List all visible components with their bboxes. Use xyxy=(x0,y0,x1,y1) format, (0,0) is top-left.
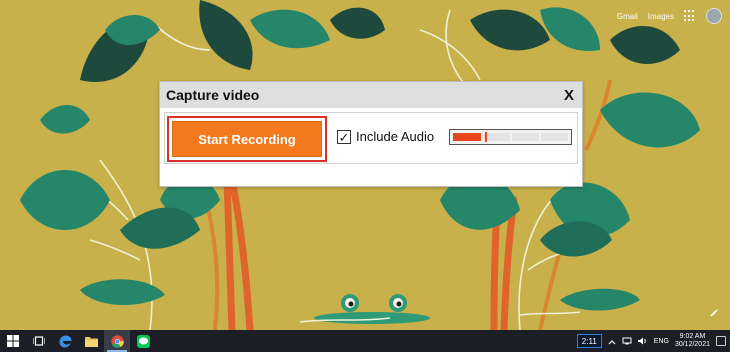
checkmark-icon: ✓ xyxy=(338,129,350,145)
system-tray: 2:11 ENG 9:02 AM 30/12/2021 xyxy=(576,330,730,352)
images-link[interactable]: Images xyxy=(648,12,674,21)
taskbar: 2:11 ENG 9:02 AM 30/12/2021 xyxy=(0,330,730,352)
language-indicator[interactable]: ENG xyxy=(654,338,669,345)
notification-icon[interactable] xyxy=(716,336,726,346)
taskbar-apps xyxy=(0,330,156,352)
capture-video-dialog: Capture video X Start Recording ✓ Includ… xyxy=(159,81,583,187)
chevron-up-icon[interactable] xyxy=(608,332,616,350)
clock-time: 9:02 AM xyxy=(679,333,706,340)
audio-level-meter xyxy=(449,129,572,145)
close-button[interactable]: X xyxy=(564,87,574,104)
apps-grid-icon[interactable] xyxy=(684,10,696,22)
include-audio-checkbox[interactable]: ✓ xyxy=(337,130,351,144)
file-explorer-icon[interactable] xyxy=(78,330,104,352)
edge-icon[interactable] xyxy=(52,330,78,352)
windows-start-icon[interactable] xyxy=(0,330,26,352)
clock-date: 30/12/2021 xyxy=(674,341,710,348)
line-app-icon[interactable] xyxy=(130,330,156,352)
start-recording-button[interactable]: Start Recording xyxy=(172,121,322,157)
network-icon[interactable] xyxy=(622,332,632,350)
include-audio-label: Include Audio xyxy=(356,129,435,144)
audio-level-fill xyxy=(453,133,481,141)
dialog-titlebar[interactable]: Capture video X xyxy=(160,82,582,108)
task-view-icon[interactable] xyxy=(26,330,52,352)
chrome-icon[interactable] xyxy=(104,330,130,352)
capture-controls-panel: Start Recording ✓ Include Audio xyxy=(164,112,578,164)
profile-avatar-icon[interactable] xyxy=(706,8,722,24)
volume-icon[interactable] xyxy=(637,332,648,350)
clock[interactable]: 9:02 AM 30/12/2021 xyxy=(675,333,710,349)
start-recording-highlight: Start Recording xyxy=(167,116,327,162)
audio-level-peak xyxy=(485,132,487,142)
recording-timer[interactable]: 2:11 xyxy=(576,334,602,348)
dialog-title: Capture video xyxy=(166,87,260,103)
gmail-link[interactable]: Gmail xyxy=(617,12,638,21)
browser-top-links: Gmail Images xyxy=(617,8,722,24)
